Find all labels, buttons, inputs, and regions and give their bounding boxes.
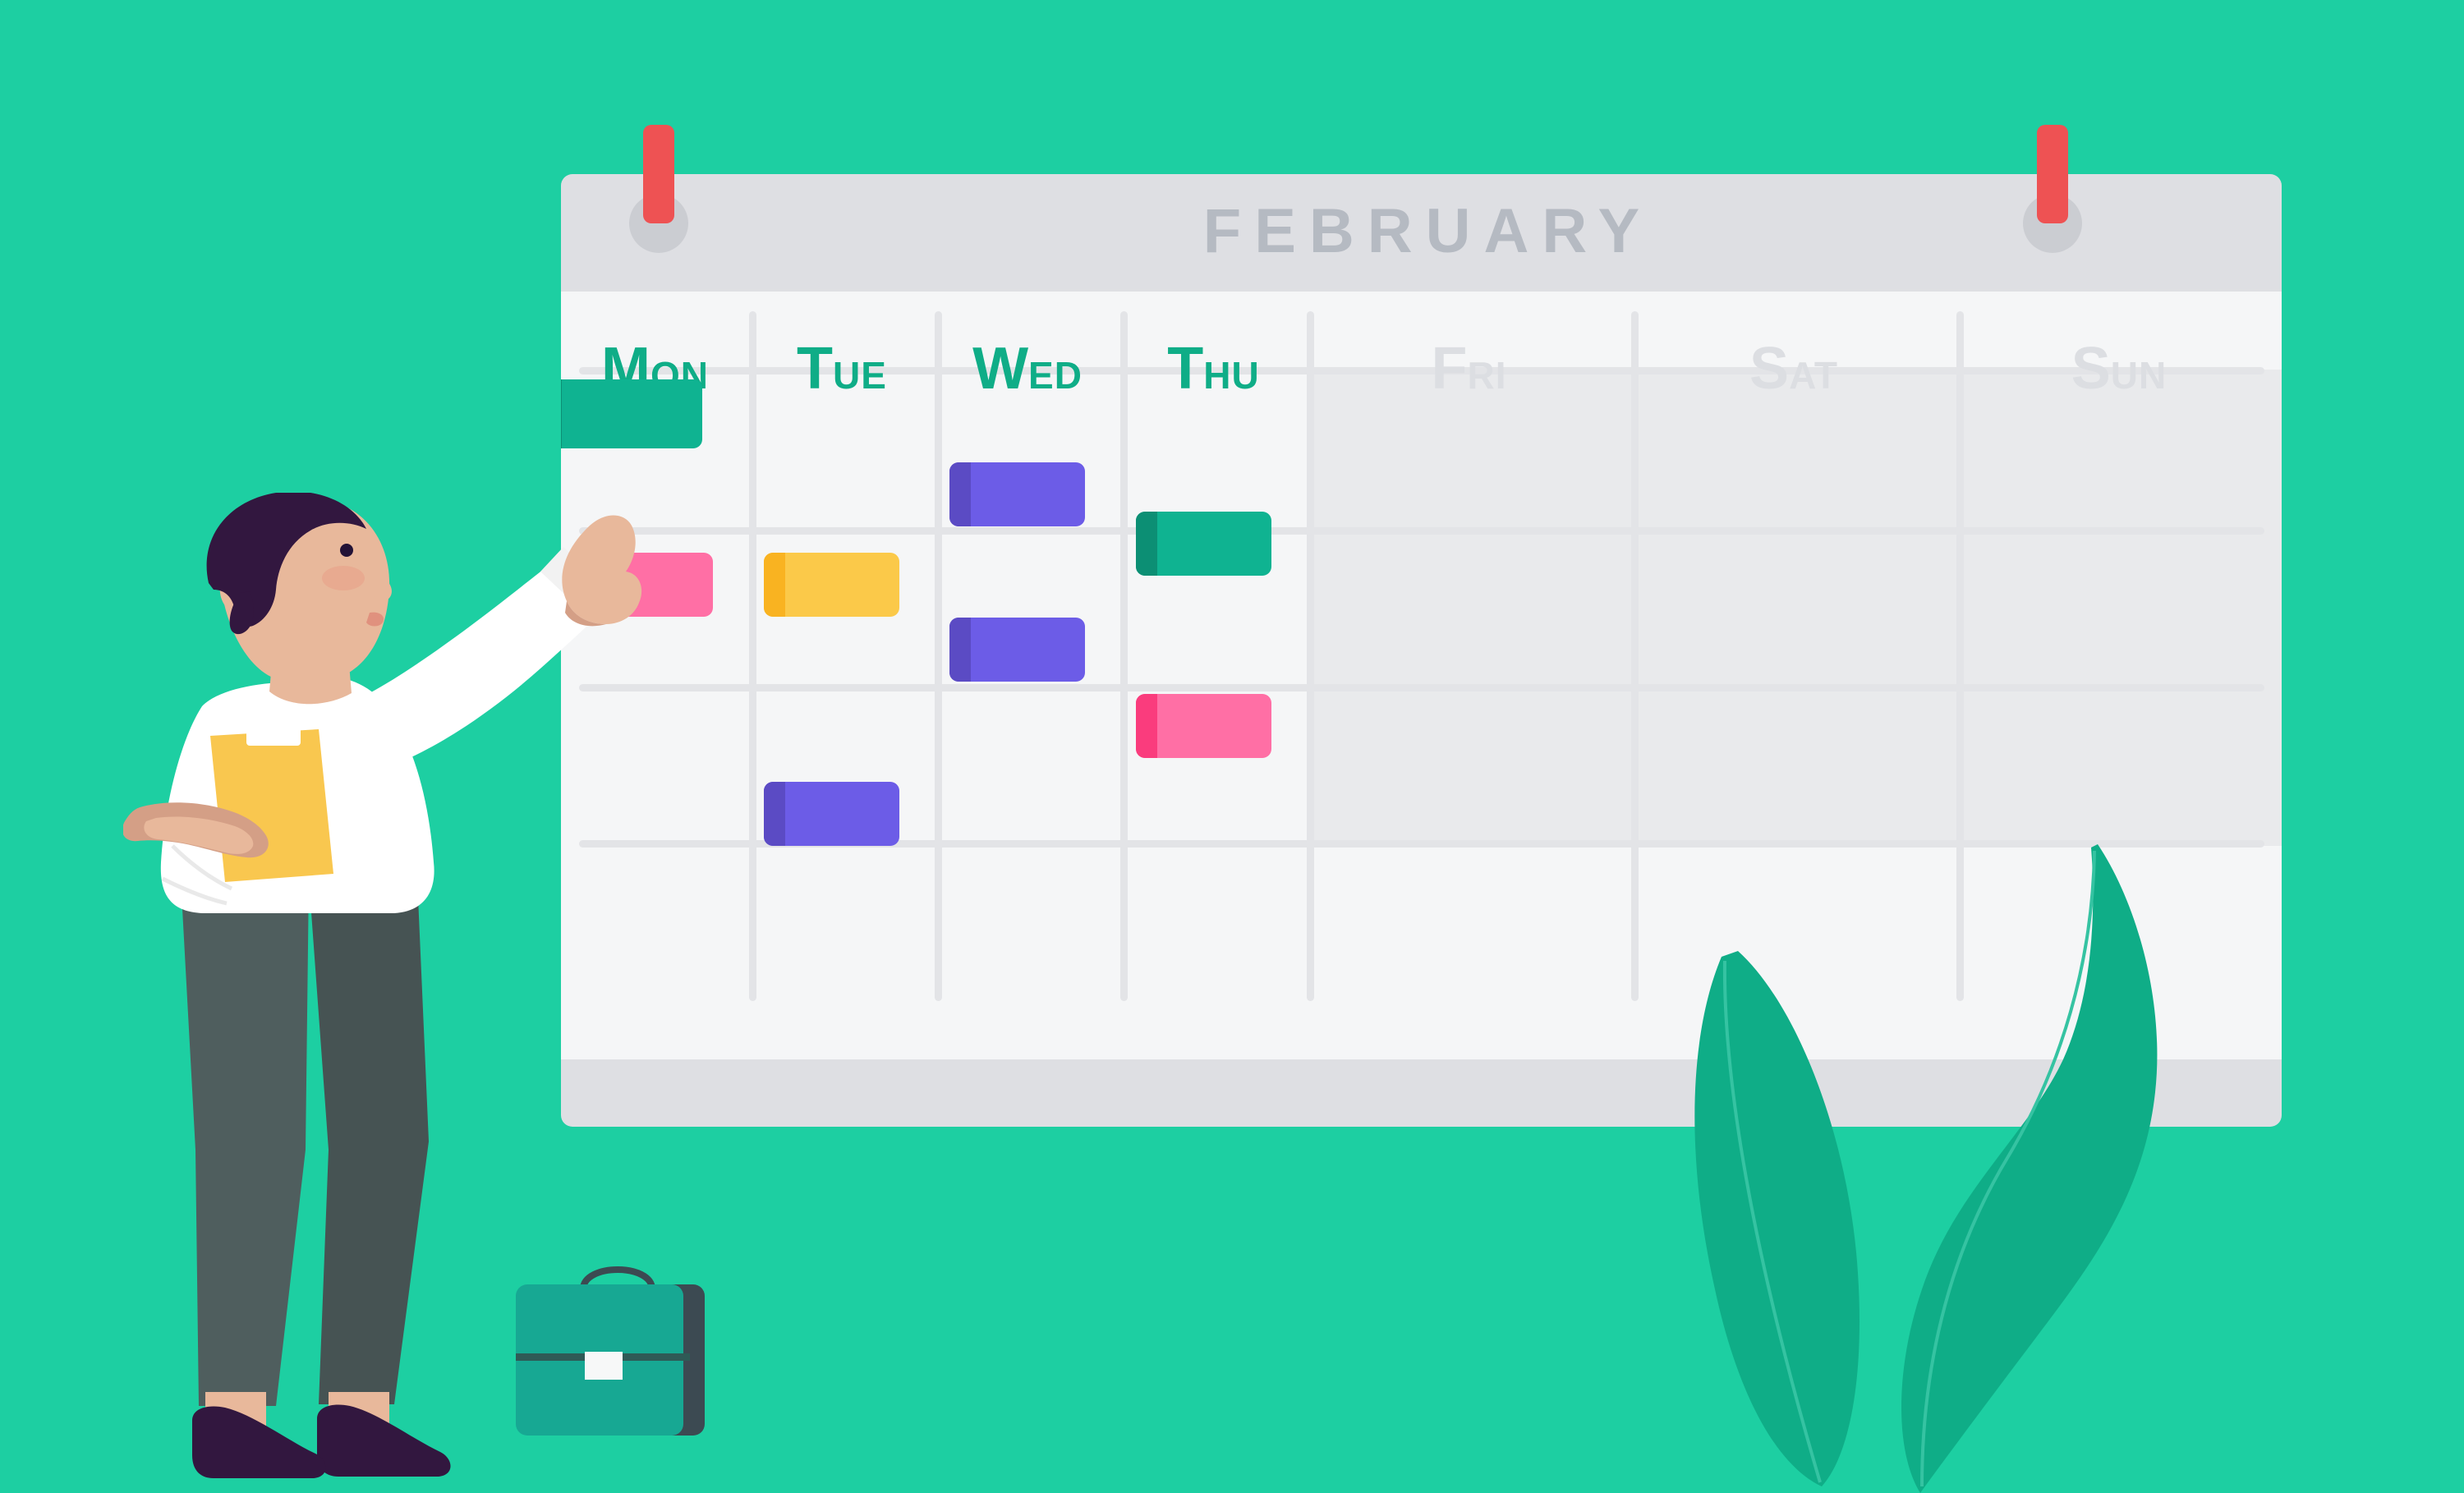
day-header-thu-initial: T	[1167, 336, 1204, 402]
day-header-fri: FRI	[1307, 339, 1631, 398]
day-header-sun: SUN	[1956, 339, 2282, 398]
raised-hand	[562, 515, 642, 627]
event-block-tue-purple[interactable]	[764, 782, 899, 846]
day-header-thu-rest: HU	[1203, 354, 1260, 397]
day-header-wed-initial: W	[972, 336, 1029, 402]
event-accent-stripe	[561, 379, 562, 448]
day-header-wed: WED	[935, 339, 1120, 398]
pin-right[interactable]	[2037, 125, 2068, 223]
event-accent-stripe	[764, 782, 785, 846]
day-header-tue: TUE	[749, 339, 935, 398]
day-header-sun-initial: S	[2071, 336, 2111, 402]
event-block-wed-purple-1[interactable]	[949, 462, 1085, 526]
event-block-tue-yellow[interactable]	[764, 553, 899, 617]
grid-hline-2	[579, 527, 2264, 535]
event-accent-stripe	[1136, 694, 1157, 758]
grid-vline-5	[1631, 311, 1639, 1001]
grid-vline-2	[935, 311, 942, 1001]
plant-leaves	[1676, 829, 2234, 1493]
day-header-sat-initial: S	[1749, 336, 1790, 402]
briefcase	[503, 1248, 733, 1470]
day-header-sat: SAT	[1631, 339, 1956, 398]
leaf-left	[1694, 951, 1860, 1486]
event-block-wed-purple-2[interactable]	[949, 618, 1085, 682]
grid-vline-1	[749, 311, 756, 1001]
clipboard	[210, 724, 333, 882]
eye	[340, 544, 353, 557]
event-accent-stripe	[1136, 512, 1157, 576]
day-header-fri-rest: RI	[1467, 354, 1507, 397]
day-header-wed-rest: ED	[1028, 354, 1083, 397]
event-accent-stripe	[764, 553, 785, 617]
event-block-thu-green[interactable]	[1136, 512, 1271, 576]
event-accent-stripe	[949, 618, 971, 682]
day-header-thu: THU	[1120, 339, 1307, 398]
day-header-sat-rest: AT	[1789, 354, 1838, 397]
illustration-canvas: FEBRUARY MON TUE WED THU FRI SAT SUN	[0, 0, 2464, 1493]
grid-hline-3	[579, 684, 2264, 691]
legs	[181, 879, 429, 1406]
grid-vline-3	[1120, 311, 1128, 1001]
weekend-shade-region	[1307, 370, 2282, 846]
event-block-thu-pink[interactable]	[1136, 694, 1271, 758]
day-header-sun-rest: UN	[2110, 354, 2167, 397]
shoes	[192, 1404, 451, 1478]
head	[206, 491, 392, 685]
grid-vline-4	[1307, 311, 1314, 1001]
day-header-fri-initial: F	[1431, 336, 1468, 402]
event-accent-stripe	[949, 462, 971, 526]
event-block-mon-held[interactable]	[561, 379, 702, 448]
leaf-right	[1901, 844, 2158, 1493]
clipboard-clip	[246, 724, 301, 746]
day-header-tue-rest: UE	[833, 354, 887, 397]
day-header-tue-initial: T	[797, 336, 834, 402]
pin-left[interactable]	[643, 125, 674, 223]
briefcase-latch	[585, 1352, 623, 1380]
cheek	[322, 566, 365, 590]
